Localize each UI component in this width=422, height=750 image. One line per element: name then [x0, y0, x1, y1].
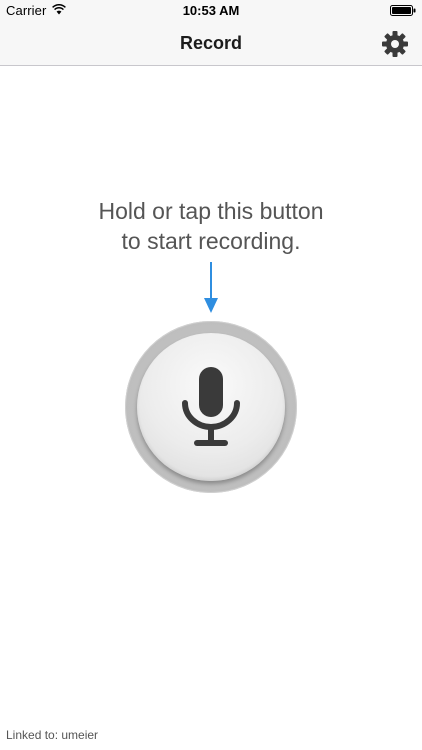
instruction-line-2: to start recording. [121, 228, 301, 254]
nav-bar: Record [0, 22, 422, 65]
microphone-icon [182, 367, 240, 446]
linked-account-label: Linked to: umeier [6, 728, 99, 742]
battery-icon [390, 5, 416, 16]
page-title: Record [179, 33, 242, 53]
status-bar: Carrier 10:53 AM [0, 0, 422, 22]
clock: 10:53 AM [182, 3, 240, 18]
instruction-text: Hold or tap this button to start recordi… [40, 196, 382, 256]
arrow-down-icon [204, 262, 218, 313]
record-button[interactable] [125, 321, 297, 493]
instruction-line-1: Hold or tap this button [98, 198, 324, 224]
record-button-face[interactable] [137, 333, 285, 481]
gear-icon [382, 31, 408, 57]
settings-button[interactable] [378, 27, 412, 61]
top-bar: Carrier 10:53 AM Record [0, 0, 422, 66]
